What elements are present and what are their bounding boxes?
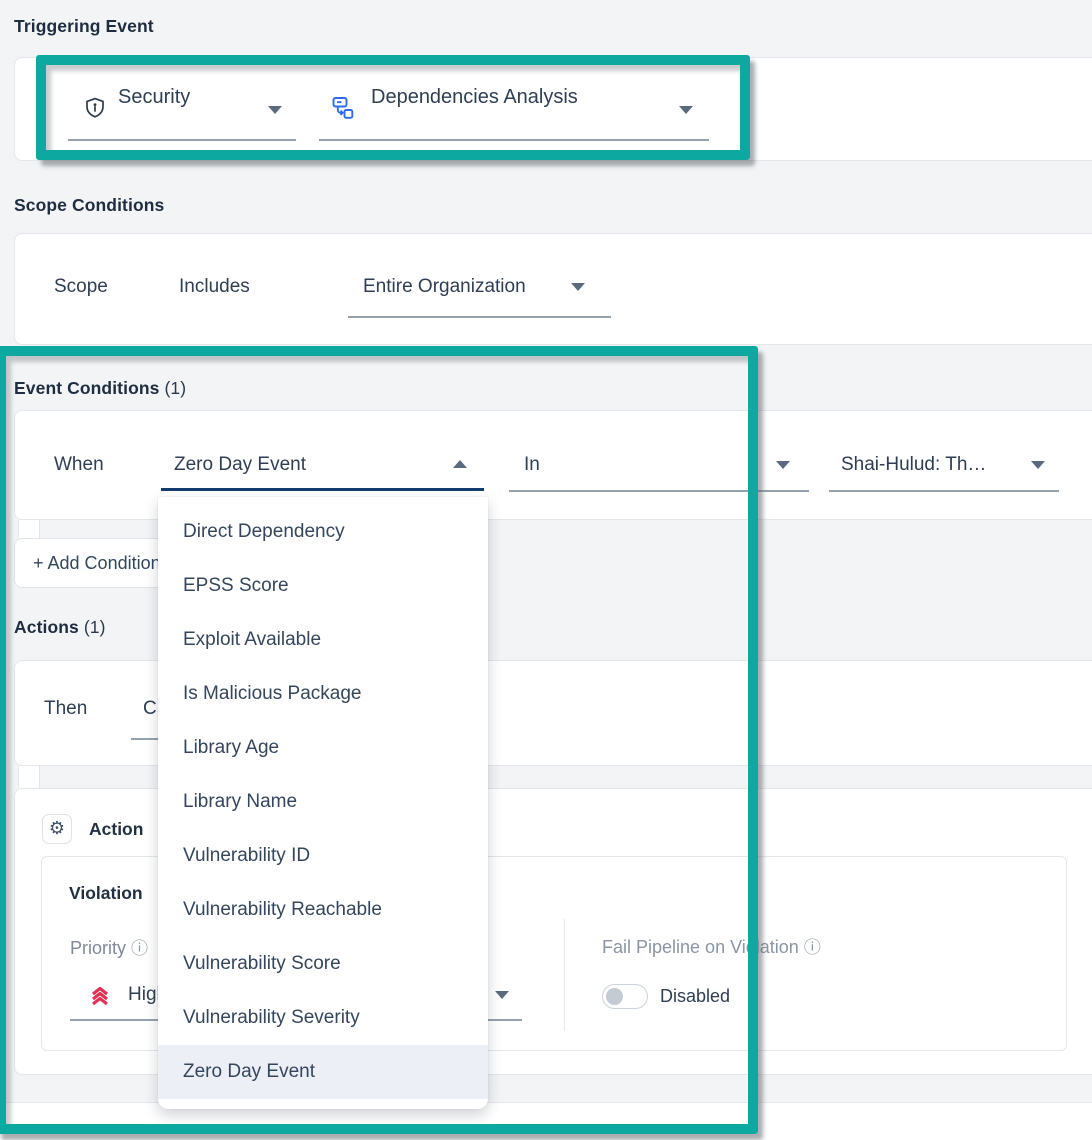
actions-heading-text: Actions bbox=[14, 617, 79, 637]
action-type-dropdown[interactable]: C bbox=[143, 698, 157, 720]
condition-field-menu: Direct Dependency EPSS Score Exploit Ava… bbox=[158, 497, 488, 1109]
actions-heading: Actions (1) bbox=[14, 617, 106, 638]
menu-item-exploit-available[interactable]: Exploit Available bbox=[158, 613, 488, 667]
when-label: When bbox=[54, 454, 104, 476]
dropdown-underline bbox=[509, 490, 809, 492]
priority-high-icon bbox=[88, 984, 112, 1008]
dropdown-underline bbox=[68, 139, 296, 141]
condition-value-dropdown[interactable]: Shai-Hulud: Th… bbox=[841, 454, 986, 476]
chevron-down-icon bbox=[776, 461, 790, 469]
chevron-down-icon bbox=[268, 106, 282, 114]
menu-item-vulnerability-id[interactable]: Vulnerability ID bbox=[158, 829, 488, 883]
menu-item-vulnerability-severity[interactable]: Vulnerability Severity bbox=[158, 991, 488, 1045]
shield-security-icon bbox=[83, 96, 107, 120]
action-settings-button[interactable]: ⚙ bbox=[42, 814, 72, 844]
scope-operator-label: Includes bbox=[179, 276, 250, 298]
event-conditions-heading-text: Event Conditions bbox=[14, 378, 160, 398]
chevron-down-icon bbox=[679, 106, 693, 114]
scope-conditions-heading: Scope Conditions bbox=[14, 195, 164, 216]
triggering-event-heading: Triggering Event bbox=[14, 16, 154, 37]
chevron-down-icon bbox=[1031, 461, 1045, 469]
chevron-up-icon bbox=[453, 460, 467, 468]
priority-label: Priority ⓘ bbox=[70, 934, 148, 959]
fail-pipeline-toggle[interactable] bbox=[602, 984, 648, 1009]
then-label: Then bbox=[44, 698, 87, 720]
fail-pipeline-label: Fail Pipeline on Violation ⓘ bbox=[602, 933, 821, 958]
triggering-event-card: Security Dependencies Analysis bbox=[14, 57, 1092, 161]
event-conditions-count: (1) bbox=[164, 378, 186, 398]
plus-icon: + bbox=[33, 553, 44, 573]
toggle-knob bbox=[606, 988, 623, 1005]
condition-connector bbox=[18, 520, 40, 538]
column-divider bbox=[564, 919, 565, 1031]
menu-item-vulnerability-score[interactable]: Vulnerability Score bbox=[158, 937, 488, 991]
condition-operator-dropdown[interactable]: In bbox=[524, 454, 540, 476]
action-connector bbox=[18, 766, 40, 788]
action-panel-title: Action bbox=[89, 819, 143, 840]
dropdown-underline bbox=[829, 490, 1059, 492]
menu-item-library-name[interactable]: Library Name bbox=[158, 775, 488, 829]
dependencies-analysis-icon bbox=[329, 94, 356, 121]
gear-icon: ⚙ bbox=[49, 818, 65, 839]
menu-item-epss-score[interactable]: EPSS Score bbox=[158, 559, 488, 613]
policy-editor-page: Triggering Event Security Dependencies A… bbox=[0, 0, 1092, 1140]
active-dropdown-underline bbox=[161, 488, 484, 491]
scope-field-label: Scope bbox=[54, 276, 108, 298]
scope-value-dropdown[interactable]: Entire Organization bbox=[363, 276, 526, 298]
condition-field-dropdown[interactable]: Zero Day Event bbox=[174, 454, 306, 476]
trigger-scan-type-dropdown[interactable]: Dependencies Analysis bbox=[371, 86, 578, 109]
scope-conditions-card: Scope Includes Entire Organization bbox=[14, 233, 1092, 345]
menu-item-vulnerability-reachable[interactable]: Vulnerability Reachable bbox=[158, 883, 488, 937]
info-icon: ⓘ bbox=[804, 938, 821, 958]
toggle-state-label: Disabled bbox=[660, 986, 730, 1007]
trigger-category-dropdown[interactable]: Security bbox=[118, 86, 190, 109]
info-icon: ⓘ bbox=[131, 939, 148, 959]
dropdown-underline bbox=[348, 316, 611, 318]
menu-item-zero-day-event[interactable]: Zero Day Event bbox=[158, 1045, 488, 1099]
menu-item-direct-dependency[interactable]: Direct Dependency bbox=[158, 505, 488, 559]
menu-item-library-age[interactable]: Library Age bbox=[158, 721, 488, 775]
violation-card-title: Violation bbox=[69, 883, 143, 904]
actions-count: (1) bbox=[84, 617, 106, 637]
chevron-down-icon bbox=[495, 991, 509, 999]
menu-item-is-malicious-package[interactable]: Is Malicious Package bbox=[158, 667, 488, 721]
dropdown-underline bbox=[319, 139, 709, 141]
chevron-down-icon bbox=[571, 283, 585, 291]
event-conditions-heading: Event Conditions (1) bbox=[14, 378, 186, 399]
